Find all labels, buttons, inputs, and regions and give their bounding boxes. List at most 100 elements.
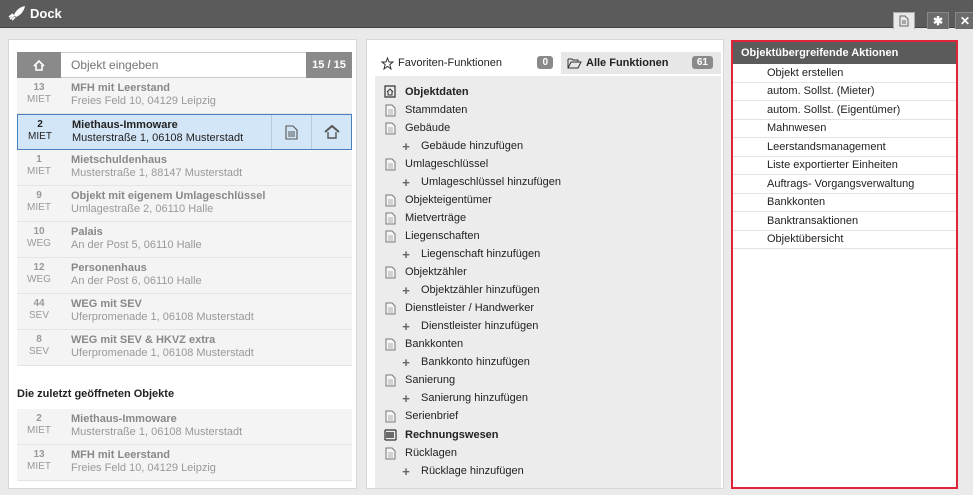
object-list: 13 MIET MFH mit Leerstand Freies Feld 10, …: [17, 78, 352, 366]
action-item[interactable]: autom. Sollst. (Mieter): [733, 83, 956, 101]
function-item[interactable]: Objektzähler: [375, 263, 721, 281]
window-title: Dock: [8, 5, 62, 21]
document-icon: [899, 15, 909, 27]
function-add-item[interactable]: + Gebäude hinzufügen: [375, 137, 721, 155]
plus-icon: +: [402, 138, 410, 154]
action-item[interactable]: Liste exportierter Einheiten: [733, 157, 956, 175]
function-item[interactable]: Gebäude: [375, 119, 721, 137]
object-name: WEG mit SEV: [71, 298, 142, 310]
document-list-icon: [285, 124, 298, 140]
action-item[interactable]: Bankkonten: [733, 194, 956, 212]
object-search: 15 / 15: [17, 52, 352, 78]
close-button[interactable]: ✕: [955, 12, 973, 30]
function-item[interactable]: Stammdaten: [375, 101, 721, 119]
document-icon: [383, 410, 397, 423]
function-label: Objektzähler: [405, 266, 467, 278]
object-home-button[interactable]: [311, 115, 351, 149]
document-button[interactable]: [893, 12, 915, 30]
action-item[interactable]: Objekt erstellen: [733, 64, 956, 83]
function-label: Sanierung hinzufügen: [421, 392, 529, 404]
function-item[interactable]: Sanierung: [375, 371, 721, 389]
plus-icon: +: [402, 246, 410, 262]
action-item[interactable]: Objektübersicht: [733, 231, 956, 249]
plus-icon: +: [402, 282, 410, 298]
object-address: Musterstraße 1, 06108 Musterstadt: [71, 426, 243, 438]
object-address: Uferpromenade 1, 06108 Musterstadt: [71, 347, 254, 359]
list-item[interactable]: 13 MIET MFH mit Leerstand Freies Feld 10, …: [17, 78, 352, 114]
object-address: Musterstraße 1, 88147 Musterstadt: [71, 167, 243, 179]
object-number: 1: [36, 154, 42, 165]
object-number: 13: [33, 449, 45, 460]
object-search-input[interactable]: [61, 52, 306, 78]
action-item[interactable]: Leerstandsmanagement: [733, 138, 956, 157]
function-add-item[interactable]: + Rücklage hinzufügen: [375, 462, 721, 480]
list-item[interactable]: 10 WEG Palais An der Post 5, 06110 Halle: [17, 222, 352, 258]
function-item[interactable]: Liegenschaften: [375, 227, 721, 245]
list-item[interactable]: 13 MIET MFH mit Leerstand Freies Feld 10, …: [17, 445, 352, 481]
list-item[interactable]: 1 MIET Mietschuldenhaus Musterstraße 1, 88…: [17, 150, 352, 186]
list-item[interactable]: 2 MIET Miethaus-Immoware Musterstraße 1, 0…: [17, 409, 352, 445]
section-rechnungswesen: Rechnungswesen: [375, 425, 721, 444]
function-label: Objekteigentümer: [405, 194, 492, 206]
action-item[interactable]: Banktransaktionen: [733, 212, 956, 231]
object-address: Musterstraße 1, 06108 Musterstadt: [72, 132, 244, 144]
object-document-button[interactable]: [271, 115, 311, 149]
list-item[interactable]: 8 SEV WEG mit SEV & HKVZ extra Uferpromena…: [17, 330, 352, 366]
list-item[interactable]: 9 MIET Objekt mit eigenem Umlageschlüssel…: [17, 186, 352, 222]
function-item[interactable]: Rücklagen: [375, 444, 721, 462]
function-label: Rücklage hinzufügen: [421, 465, 524, 477]
object-name: Miethaus-Immoware: [71, 413, 177, 425]
home-icon: [33, 59, 45, 71]
object-name: MFH mit Leerstand: [71, 449, 171, 461]
list-item[interactable]: 44 SEV WEG mit SEV Uferpromenade 1, 06108 …: [17, 294, 352, 330]
action-item[interactable]: Mahnwesen: [733, 120, 956, 138]
function-item[interactable]: Serienbrief: [375, 407, 721, 425]
rocket-icon: [8, 6, 25, 21]
object-count: 15 / 15: [306, 52, 352, 78]
section-objektdaten: Objektdaten: [375, 82, 721, 101]
function-add-item[interactable]: + Umlageschlüssel hinzufügen: [375, 173, 721, 191]
object-number: 44: [33, 298, 45, 309]
function-item[interactable]: Dienstleister / Handwerker: [375, 299, 721, 317]
plus-icon: +: [402, 390, 410, 406]
action-item[interactable]: Auftrags- Vorgangsverwaltung: [733, 175, 956, 194]
list-item-selected[interactable]: 2 MIET Miethaus-Immoware Musterstraße 1, 0…: [17, 114, 352, 150]
object-number: 2: [37, 119, 43, 130]
title-bar: Dock ✱ ✕: [0, 0, 973, 30]
function-add-item[interactable]: + Bankkonto hinzufügen: [375, 353, 721, 371]
function-add-item[interactable]: + Liegenschaft hinzufügen: [375, 245, 721, 263]
function-label: Stammdaten: [405, 104, 468, 116]
object-name: Mietschuldenhaus: [71, 154, 167, 166]
function-item[interactable]: Mietverträge: [375, 209, 721, 227]
function-label: Bankkonto hinzufügen: [421, 356, 530, 368]
function-add-item[interactable]: + Dienstleister hinzufügen: [375, 317, 721, 335]
function-item[interactable]: Objekteigentümer: [375, 191, 721, 209]
favorites-count-badge: 0: [537, 56, 553, 69]
plus-icon: +: [402, 174, 410, 190]
function-add-item[interactable]: + Sanierung hinzufügen: [375, 389, 721, 407]
tab-all-functions[interactable]: Alle Funktionen 61: [561, 52, 721, 74]
object-type: SEV: [28, 346, 49, 357]
tab-favorites[interactable]: Favoriten-Funktionen 0: [375, 52, 561, 74]
object-address: Umlagestraße 2, 06110 Halle: [71, 203, 214, 215]
recent-objects-title: Die zuletzt geöffneten Objekte: [17, 388, 175, 400]
function-item[interactable]: Bankkonten: [375, 335, 721, 353]
action-item[interactable]: autom. Sollst. (Eigentümer): [733, 101, 956, 120]
object-type: WEG: [27, 274, 51, 285]
object-name: Objekt mit eigenem Umlageschlüssel: [71, 190, 266, 202]
function-add-item[interactable]: + Objektzähler hinzufügen: [375, 281, 721, 299]
object-name: Miethaus-Immoware: [72, 119, 178, 131]
object-actions: [271, 115, 351, 149]
object-name: WEG mit SEV & HKVZ extra: [71, 334, 216, 346]
object-address: An der Post 6, 06110 Halle: [71, 275, 202, 287]
object-type: MIET: [27, 461, 51, 472]
function-item[interactable]: Umlageschlüssel: [375, 155, 721, 173]
home-button[interactable]: [17, 52, 61, 78]
object-number: 2: [36, 413, 42, 424]
object-address: Freies Feld 10, 04129 Leipzig: [71, 95, 216, 107]
function-label: Dienstleister hinzufügen: [421, 320, 539, 332]
list-item[interactable]: 12 WEG Personenhaus An der Post 6, 06110 H…: [17, 258, 352, 294]
settings-button[interactable]: ✱: [927, 12, 949, 30]
recent-objects-list: 2 MIET Miethaus-Immoware Musterstraße 1, 0…: [17, 409, 352, 481]
cross-object-actions-title: Objektübergreifende Aktionen: [733, 42, 956, 64]
